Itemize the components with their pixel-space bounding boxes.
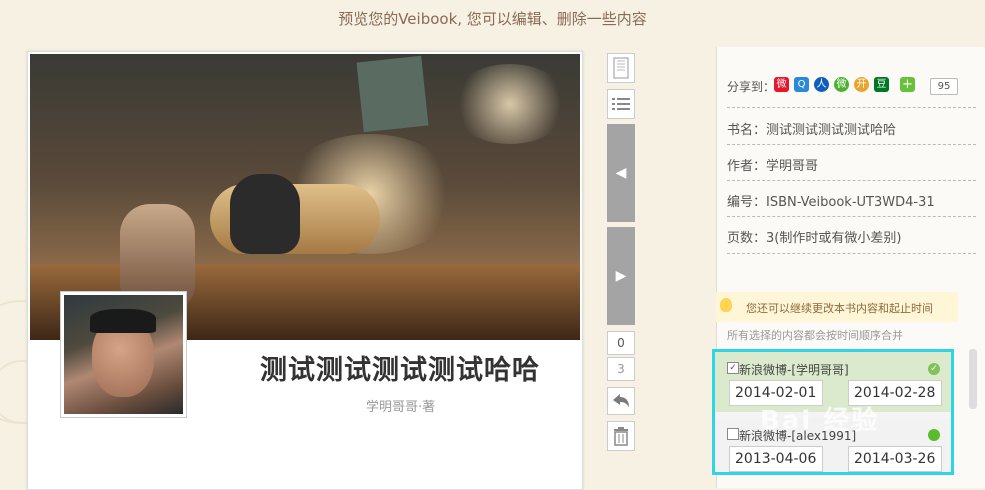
- kaixin-icon[interactable]: 开: [854, 77, 869, 92]
- source-checkbox[interactable]: ✓: [727, 362, 739, 374]
- page-view-button[interactable]: [607, 53, 635, 83]
- divider: [727, 180, 976, 181]
- list-view-button[interactable]: [607, 89, 635, 119]
- merge-note: 所有选择的内容都会按时间顺序合并: [727, 329, 903, 342]
- start-date-input[interactable]: 2013-04-06: [729, 446, 823, 472]
- total-pages: 3: [607, 357, 635, 381]
- page-count-info: 页数：3(制作时或有微小差别): [727, 231, 902, 246]
- book-preview: 测试测试测试测试哈哈 学明哥哥·著: [27, 51, 583, 490]
- trash-icon: [614, 427, 628, 446]
- undo-button[interactable]: [607, 387, 635, 415]
- plus-icon[interactable]: +: [900, 77, 915, 92]
- share-label: 分享到：: [727, 80, 776, 94]
- current-page: 0: [607, 331, 635, 355]
- page-icon: [613, 57, 629, 79]
- qzone-icon[interactable]: Q: [794, 77, 809, 92]
- scrollbar[interactable]: [969, 349, 977, 409]
- end-date-input[interactable]: 2014-03-26: [848, 446, 942, 472]
- douban-icon[interactable]: 豆: [874, 77, 889, 92]
- book-title: 测试测试测试测试哈哈: [260, 355, 540, 386]
- next-page-button[interactable]: ▶: [607, 227, 635, 325]
- renren-icon[interactable]: 人: [814, 77, 829, 92]
- book-author: 学明哥哥·著: [366, 400, 436, 415]
- watermark: Bai 经验: [760, 406, 880, 436]
- share-count: 95: [930, 78, 958, 95]
- lightbulb-icon: [720, 298, 732, 312]
- tip-text: 您还可以继续更改本书内容和起止时间: [746, 302, 933, 315]
- tip-box: 您还可以继续更改本书内容和起止时间: [716, 292, 958, 322]
- delete-button[interactable]: [607, 421, 635, 451]
- chevron-left-icon: ◀: [615, 165, 627, 181]
- weibo-icon[interactable]: 微: [774, 77, 789, 92]
- source-checkbox[interactable]: [727, 428, 739, 440]
- divider: [727, 107, 976, 108]
- isbn-info: 编号：ISBN-Veibook-UT3WD4-31: [727, 195, 935, 210]
- source-label: 新浪微博-[学明哥哥]: [739, 363, 849, 377]
- divider: [727, 144, 976, 145]
- list-icon: [612, 98, 630, 110]
- author-info: 作者：学明哥哥: [727, 159, 819, 174]
- chevron-right-icon: ▶: [615, 268, 627, 284]
- checked-status-icon: ✓: [928, 363, 940, 375]
- wechat-icon[interactable]: 微: [834, 77, 849, 92]
- status-dot-icon: [928, 429, 940, 441]
- book-name-info: 书名：测试测试测试测试哈哈: [727, 123, 897, 138]
- avatar: [60, 291, 187, 418]
- divider: [727, 253, 976, 254]
- prev-page-button[interactable]: ◀: [607, 124, 635, 222]
- page-title: 预览您的Veibook, 您可以编辑、删除一些内容: [338, 10, 647, 28]
- undo-icon: [613, 394, 629, 407]
- divider: [727, 216, 976, 217]
